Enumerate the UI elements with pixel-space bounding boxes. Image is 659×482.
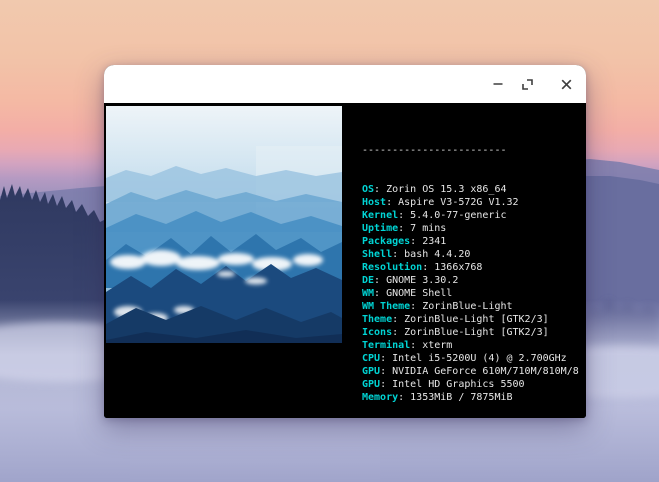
info-value: : GNOME Shell [374, 288, 452, 299]
info-label: Terminal [362, 340, 410, 351]
info-label: Kernel [362, 210, 398, 221]
info-line: Resolution: 1366x768 [362, 261, 579, 274]
info-value: : Intel i5-5200U (4) @ 2.700GHz [380, 353, 567, 364]
info-line: Uptime: 7 mins [362, 222, 579, 235]
info-label: GPU [362, 379, 380, 390]
info-value: : GNOME 3.30.2 [374, 275, 458, 286]
info-label: Host [362, 197, 386, 208]
info-value: : 5.4.0-77-generic [398, 210, 506, 221]
info-label: Resolution [362, 262, 422, 273]
info-label: GPU [362, 366, 380, 377]
info-value: : Zorin OS 15.3 x86_64 [374, 184, 506, 195]
neofetch-separator: ------------------------ [362, 144, 579, 157]
info-line: Icons: ZorinBlue-Light [GTK2/3] [362, 326, 579, 339]
info-value: : xterm [410, 340, 452, 351]
neofetch-info-list: OS: Zorin OS 15.3 x86_64Host: Aspire V3-… [362, 183, 579, 404]
info-line: Shell: bash 4.4.20 [362, 248, 579, 261]
info-line: Host: Aspire V3-572G V1.32 [362, 196, 579, 209]
info-line: Kernel: 5.4.0-77-generic [362, 209, 579, 222]
info-value: : 7 mins [398, 223, 446, 234]
info-label: DE [362, 275, 374, 286]
info-line: WM Theme: ZorinBlue-Light [362, 300, 579, 313]
info-label: OS [362, 184, 374, 195]
info-line: GPU: NVIDIA GeForce 610M/710M/810M/8 [362, 365, 579, 378]
info-value: : ZorinBlue-Light [GTK2/3] [392, 314, 549, 325]
info-line: Theme: ZorinBlue-Light [GTK2/3] [362, 313, 579, 326]
terminal-viewport[interactable]: ------------------------ OS: Zorin OS 15… [104, 103, 586, 418]
info-line: Packages: 2341 [362, 235, 579, 248]
info-label: Icons [362, 327, 392, 338]
window-close-icon [561, 79, 572, 90]
info-value: : 1353MiB / 7875MiB [398, 392, 512, 403]
info-line: OS: Zorin OS 15.3 x86_64 [362, 183, 579, 196]
xterm-window: ------------------------ OS: Zorin OS 15… [104, 65, 586, 418]
window-minimize-icon [493, 79, 503, 89]
info-line: Terminal: xterm [362, 339, 579, 352]
info-label: Uptime [362, 223, 398, 234]
info-label: Theme [362, 314, 392, 325]
maximize-button[interactable] [515, 65, 539, 103]
info-label: Shell [362, 249, 392, 260]
neofetch-output: ------------------------ OS: Zorin OS 15… [362, 118, 579, 418]
info-value: : Intel HD Graphics 5500 [380, 379, 525, 390]
info-value: : NVIDIA GeForce 610M/710M/810M/8 [380, 366, 579, 377]
info-label: WM [362, 288, 374, 299]
window-titlebar[interactable] [104, 65, 586, 103]
window-maximize-icon [522, 79, 533, 90]
info-line: GPU: Intel HD Graphics 5500 [362, 378, 579, 391]
info-value: : bash 4.4.20 [392, 249, 470, 260]
info-value: : ZorinBlue-Light [GTK2/3] [392, 327, 549, 338]
info-line: CPU: Intel i5-5200U (4) @ 2.700GHz [362, 352, 579, 365]
info-value: : 2341 [410, 236, 446, 247]
minimize-button[interactable] [486, 65, 510, 103]
mountain-photo-image [106, 106, 342, 343]
info-line: WM: GNOME Shell [362, 287, 579, 300]
info-value: : Aspire V3-572G V1.32 [386, 197, 518, 208]
info-line: DE: GNOME 3.30.2 [362, 274, 579, 287]
close-button[interactable] [554, 65, 578, 103]
info-label: CPU [362, 353, 380, 364]
info-value: : 1366x768 [422, 262, 482, 273]
info-line: Memory: 1353MiB / 7875MiB [362, 391, 579, 404]
info-label: WM Theme [362, 301, 410, 312]
info-label: Packages [362, 236, 410, 247]
info-value: : ZorinBlue-Light [410, 301, 512, 312]
info-label: Memory [362, 392, 398, 403]
